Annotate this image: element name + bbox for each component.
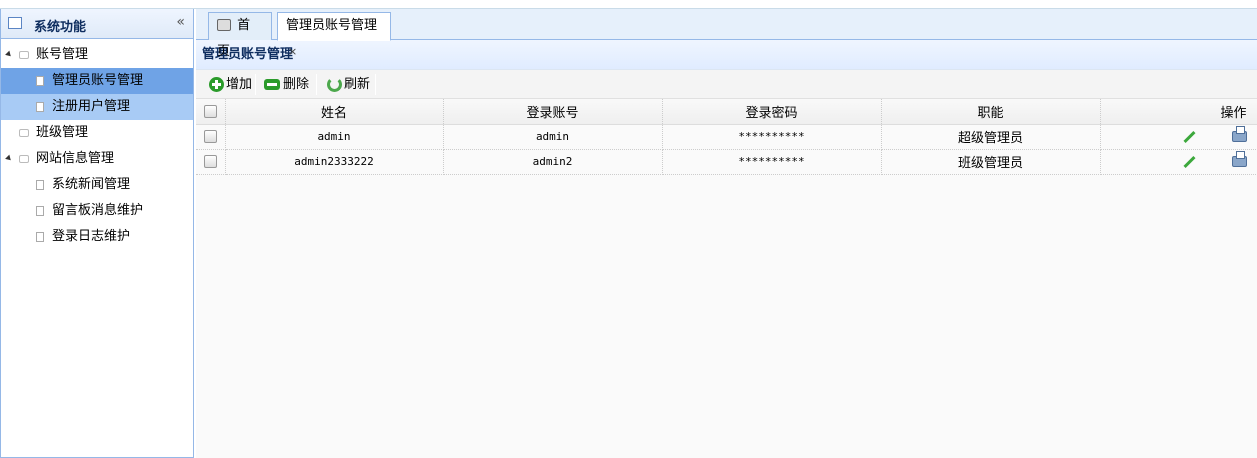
tree-node-news[interactable]: 系统新闻管理 — [1, 172, 193, 198]
close-icon[interactable]: × — [288, 45, 297, 58]
cell-name: admin2333222 — [225, 149, 444, 175]
data-grid: 姓名 登录账号 登录密码 职能 操作 admin admin *********… — [196, 99, 1257, 458]
row-checkbox[interactable] — [203, 130, 217, 144]
cell-actions — [1100, 149, 1257, 175]
toolbar: 增加 删除 刷新 — [196, 70, 1257, 99]
tree-node-label: 注册用户管理 — [52, 99, 131, 114]
expand-arrow-icon[interactable] — [5, 50, 13, 59]
row-checkbox[interactable] — [203, 155, 217, 169]
file-icon — [36, 232, 44, 242]
toolbar-divider — [255, 74, 256, 95]
add-button[interactable]: 增加 — [202, 73, 258, 96]
print-icon[interactable] — [1231, 151, 1247, 167]
delete-icon — [264, 79, 280, 90]
cell-account: admin2 — [443, 149, 663, 175]
tree-node-class[interactable]: 班级管理 — [1, 120, 193, 146]
refresh-label: 刷新 — [344, 77, 371, 92]
edit-icon[interactable] — [1183, 130, 1196, 143]
cell-actions — [1100, 124, 1257, 150]
cell-role: 超级管理员 — [881, 124, 1101, 150]
delete-button[interactable]: 删除 — [259, 73, 315, 96]
tab-admin-account[interactable]: 管理员账号管理 × — [277, 12, 391, 58]
header-actions: 操作 — [1100, 99, 1257, 125]
home-icon — [217, 19, 231, 31]
select-all-checkbox[interactable] — [203, 104, 217, 118]
header-password[interactable]: 登录密码 — [662, 99, 882, 125]
cell-password: ********** — [662, 124, 882, 150]
add-label: 增加 — [226, 77, 253, 92]
expand-arrow-icon[interactable] — [5, 154, 13, 163]
cell-name: admin — [225, 124, 444, 150]
tree-node-label: 留言板消息维护 — [52, 203, 144, 218]
admin-table: 姓名 登录账号 登录密码 职能 操作 admin admin *********… — [196, 99, 1257, 175]
grid-icon — [8, 17, 22, 29]
tree-node-login-log[interactable]: 登录日志维护 — [1, 224, 193, 250]
header-name[interactable]: 姓名 — [225, 99, 444, 125]
tree-node-account[interactable]: 账号管理 — [1, 42, 193, 68]
toolbar-divider — [375, 74, 376, 95]
file-icon — [36, 102, 44, 112]
tab-label: 管理员账号管理 — [286, 18, 378, 33]
tree-node-label: 系统新闻管理 — [52, 177, 131, 192]
folder-icon — [19, 51, 29, 59]
tab-home[interactable]: 首页 — [208, 12, 272, 59]
table-header-row: 姓名 登录账号 登录密码 职能 操作 — [196, 99, 1257, 125]
nav-tree: 账号管理 管理员账号管理 注册用户管理 班级管理 网站信息管理 系统新闻管理 留… — [1, 39, 193, 250]
file-icon — [36, 180, 44, 190]
main-area: 首页 管理员账号管理 × 管理员账号管理 增加 删除 刷新 姓名 登录账号 登录… — [196, 9, 1257, 458]
toolbar-divider — [316, 74, 317, 95]
tree-node-label: 管理员账号管理 — [52, 73, 144, 88]
refresh-icon — [327, 77, 342, 92]
delete-label: 删除 — [283, 77, 310, 92]
edit-icon[interactable] — [1183, 155, 1196, 168]
file-icon — [36, 76, 44, 86]
tabs-bar: 首页 管理员账号管理 × — [196, 9, 1257, 59]
sidebar: 系统功能 « 账号管理 管理员账号管理 注册用户管理 班级管理 网站信息管理 系… — [0, 9, 194, 458]
row-checkbox-cell — [196, 149, 226, 175]
tree-node-label: 网站信息管理 — [36, 151, 115, 166]
sidebar-title: 系统功能 — [34, 20, 87, 35]
tree-node-label: 账号管理 — [36, 47, 89, 62]
folder-icon — [19, 129, 29, 137]
select-all-cell — [196, 99, 226, 125]
table-row[interactable]: admin2333222 admin2 ********** 班级管理员 — [196, 149, 1257, 175]
cell-password: ********** — [662, 149, 882, 175]
table-row[interactable]: admin admin ********** 超级管理员 — [196, 124, 1257, 150]
top-band — [0, 0, 1257, 9]
cell-role: 班级管理员 — [881, 149, 1101, 175]
tree-node-label: 登录日志维护 — [52, 229, 131, 244]
panel-title: 管理员账号管理 — [196, 40, 1257, 70]
add-icon — [209, 77, 224, 92]
sidebar-header: 系统功能 « — [1, 9, 193, 39]
tree-node-admin-account[interactable]: 管理员账号管理 — [1, 68, 193, 94]
cell-account: admin — [443, 124, 663, 150]
print-icon[interactable] — [1231, 126, 1247, 142]
collapse-icon[interactable]: « — [176, 14, 185, 30]
tree-node-messages[interactable]: 留言板消息维护 — [1, 198, 193, 224]
header-account[interactable]: 登录账号 — [443, 99, 663, 125]
tree-node-site-info[interactable]: 网站信息管理 — [1, 146, 193, 172]
tree-node-label: 班级管理 — [36, 125, 89, 140]
folder-icon — [19, 155, 29, 163]
row-checkbox-cell — [196, 124, 226, 150]
tree-node-registered-users[interactable]: 注册用户管理 — [1, 94, 193, 120]
header-role[interactable]: 职能 — [881, 99, 1101, 125]
refresh-button[interactable]: 刷新 — [320, 73, 376, 96]
file-icon — [36, 206, 44, 216]
